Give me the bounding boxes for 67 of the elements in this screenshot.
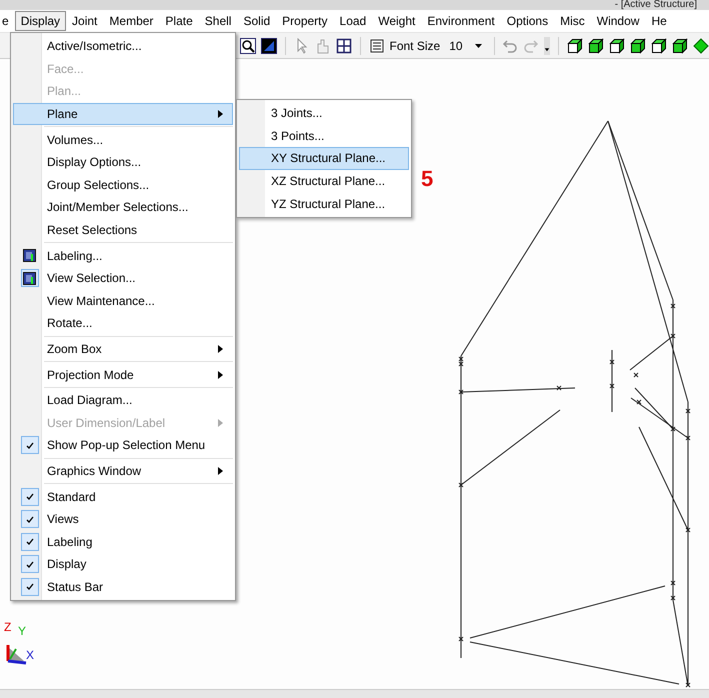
menu-bar-item[interactable]: Shell [198,11,238,31]
x-axis-label: X [26,649,34,661]
menu-item[interactable]: XY Structural Plane... [239,147,409,170]
menu-bar-item[interactable]: Weight [372,11,422,31]
menu-item[interactable]: Display Options... [13,150,233,174]
grid-icon[interactable] [336,38,352,54]
menu-item[interactable]: Volumes... [13,128,233,151]
cube-icon[interactable] [567,38,584,54]
menu-item[interactable]: Zoom Box [13,338,233,360]
dropdown-arrow-icon [474,44,482,48]
menu-item[interactable]: Active/Isometric... [13,35,233,58]
font-size-dropdown[interactable]: 10 [445,38,486,52]
menu-bar-item[interactable]: Property [276,11,334,31]
cube-icon[interactable] [609,38,626,54]
menu-item[interactable]: Show Pop-up Selection Menu [13,434,233,457]
view-icon[interactable] [261,38,277,54]
menu-bar-item[interactable]: Load [334,11,372,31]
menu-item[interactable]: YZ Structural Plane... [239,192,409,215]
menu-bar-item[interactable]: Environment [421,11,501,31]
menu-item[interactable]: Reset Selections [13,218,233,242]
menu-item[interactable]: Views [13,508,233,530]
menu-item[interactable]: Graphics Window [13,460,233,482]
menu-bar-item[interactable]: Member [103,11,160,31]
list-icon[interactable] [368,38,384,54]
menu-item[interactable]: Status Bar [13,576,233,598]
menu-item[interactable]: Load Diagram... [13,388,233,412]
menu-bar-item[interactable]: Display [14,11,66,31]
menu-item[interactable]: 3 Joints... [239,102,409,125]
submenu-arrow-icon [218,370,224,379]
menu-item[interactable]: View Maintenance... [13,290,233,312]
menu-bar-item[interactable]: Options [500,11,554,31]
menu-item[interactable]: Rotate... [13,312,233,335]
menu-bar-item[interactable]: Solid [237,11,276,31]
menu-item[interactable]: Labeling... [13,244,233,267]
menu-item[interactable]: Standard [13,485,233,508]
menu-bar-item[interactable]: Joint [66,11,104,31]
menu-item[interactable]: View Selection... [13,266,233,290]
submenu-arrow-icon [218,345,224,354]
menu-item[interactable]: XZ Structural Plane... [239,170,409,192]
step-number: 5 [421,166,434,192]
menu-item[interactable]: Plane [13,102,233,126]
submenu-arrow-icon [218,466,224,475]
zoom-icon[interactable] [240,38,256,54]
window-title: - [Active Structure] [614,0,697,10]
y-axis-label: Y [18,625,26,637]
submenu-arrow-icon [218,110,224,118]
cube-icon[interactable] [672,38,688,54]
toolbar-overflow-icon[interactable] [544,36,550,54]
cube-icon[interactable] [630,38,646,54]
menu-bar-item[interactable]: Plate [159,11,199,31]
menu-bar-item[interactable]: Misc [554,11,591,31]
z-axis-label: Z [4,621,12,633]
menu-bar-item[interactable]: He [645,11,673,31]
cube-icon[interactable] [588,38,604,54]
menu-bar-item[interactable]: Window [590,11,646,31]
menu-item[interactable]: Labeling [13,530,233,554]
menu-item[interactable]: Group Selections... [13,174,233,196]
menu-item[interactable]: Display [13,553,233,576]
undo-icon[interactable] [502,38,518,54]
cube-icon[interactable] [651,38,668,54]
cube-icon[interactable] [693,38,709,54]
menu-item[interactable]: 3 Points... [239,124,409,148]
menu-item[interactable]: Projection Mode [13,363,233,386]
submenu-arrow-icon [218,418,224,427]
font-size-label: Font Size [390,38,440,52]
menu-bar-item[interactable]: e [0,11,15,31]
menu-item[interactable]: Joint/Member Selections... [13,196,233,219]
